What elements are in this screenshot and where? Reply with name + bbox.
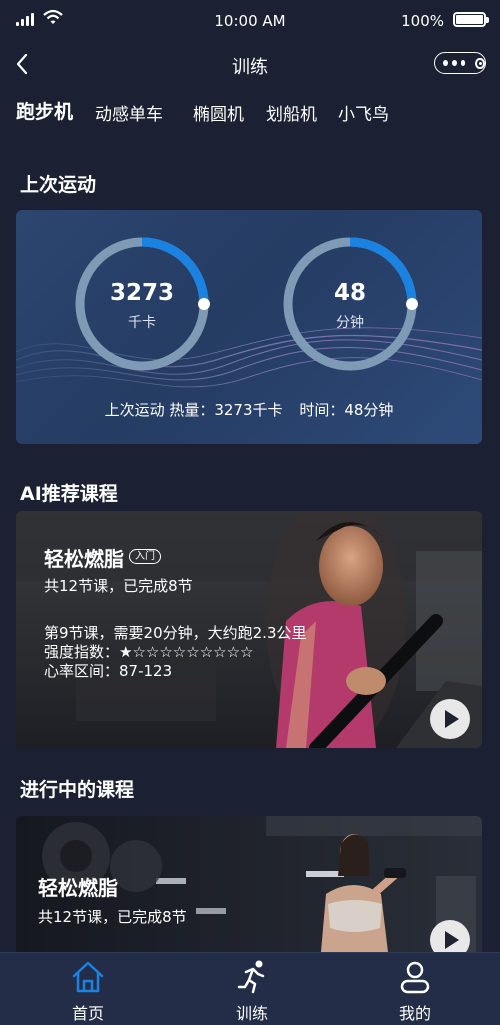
tab-rowing-machine[interactable]: 划船机 — [266, 100, 317, 125]
in-progress-course-card[interactable]: 轻松燃脂 共12节课，已完成8节 — [16, 816, 482, 952]
battery-icon — [453, 12, 489, 27]
tab-pec-fly[interactable]: 小飞鸟 — [338, 100, 389, 125]
ai-course-progress: 共12节课，已完成8节 — [44, 577, 193, 595]
page-title: 训练 — [232, 57, 268, 78]
duration-ring: 48 分钟 — [282, 236, 418, 372]
calories-unit: 千卡 — [128, 315, 156, 331]
tab-treadmill[interactable]: 跑步机 — [16, 97, 73, 124]
calories-value: 3273 — [109, 280, 174, 306]
in-progress-course-title: 轻松燃脂 — [38, 876, 118, 900]
tab-training-label: 训练 — [235, 1004, 268, 1023]
duration-unit: 分钟 — [336, 315, 364, 331]
play-icon[interactable] — [430, 699, 470, 739]
last-workout-card[interactable]: 3273 千卡 48 分钟 上次运动 热量：3273千卡 时间：48分钟 — [16, 210, 482, 444]
intensity-label: 强度指数： — [44, 643, 120, 661]
close-circle-icon — [475, 57, 485, 69]
more-menu-button[interactable] — [434, 52, 486, 74]
ai-course-title: 轻松燃脂 — [44, 547, 124, 571]
in-progress-course-progress: 共12节课，已完成8节 — [38, 908, 187, 926]
tab-elliptical[interactable]: 椭圆机 — [193, 100, 244, 125]
summary-time: 时间：48分钟 — [299, 401, 394, 419]
last-workout-summary: 上次运动 热量：3273千卡 时间：48分钟 — [16, 399, 482, 420]
intensity-row: 强度指数：★☆☆☆☆☆☆☆☆☆ — [44, 641, 254, 662]
battery-percent: 100% — [401, 12, 444, 30]
running-icon — [237, 960, 265, 994]
home-icon — [72, 961, 104, 993]
nav-bar: 训练 — [0, 42, 500, 86]
user-icon — [400, 961, 430, 994]
tab-spin-bike[interactable]: 动感单车 — [95, 100, 163, 125]
heart-rate-range: 心率区间：87-123 — [44, 662, 173, 680]
ai-recommend-title: AI推荐课程 — [20, 483, 118, 505]
ai-lesson-info: 第9节课，需要20分钟，大约跑2.3公里 — [44, 624, 307, 642]
tab-home[interactable]: 首页 — [28, 953, 148, 1025]
ai-course-card[interactable]: 轻松燃脂 入门 共12节课，已完成8节 第9节课，需要20分钟，大约跑2.3公里… — [16, 511, 482, 748]
duration-value: 48 — [333, 280, 366, 306]
last-workout-title: 上次运动 — [20, 174, 97, 196]
more-dots-icon — [443, 60, 448, 66]
calories-ring: 3273 千卡 — [74, 236, 210, 372]
tab-mine[interactable]: 我的 — [355, 953, 475, 1025]
tab-training[interactable]: 训练 — [192, 953, 312, 1025]
tab-home-label: 首页 — [71, 1004, 104, 1023]
level-badge: 入门 — [129, 549, 161, 564]
tab-mine-label: 我的 — [398, 1004, 431, 1023]
in-progress-title: 进行中的课程 — [20, 779, 135, 801]
bottom-tab-bar: 首页 训练 我的 — [0, 952, 500, 1025]
play-icon[interactable] — [430, 920, 470, 952]
intensity-stars: ★☆☆☆☆☆☆☆☆☆ — [119, 643, 254, 661]
status-bar: 10:00 AM 100% — [0, 0, 500, 42]
summary-calories: 上次运动 热量：3273千卡 — [104, 401, 283, 419]
